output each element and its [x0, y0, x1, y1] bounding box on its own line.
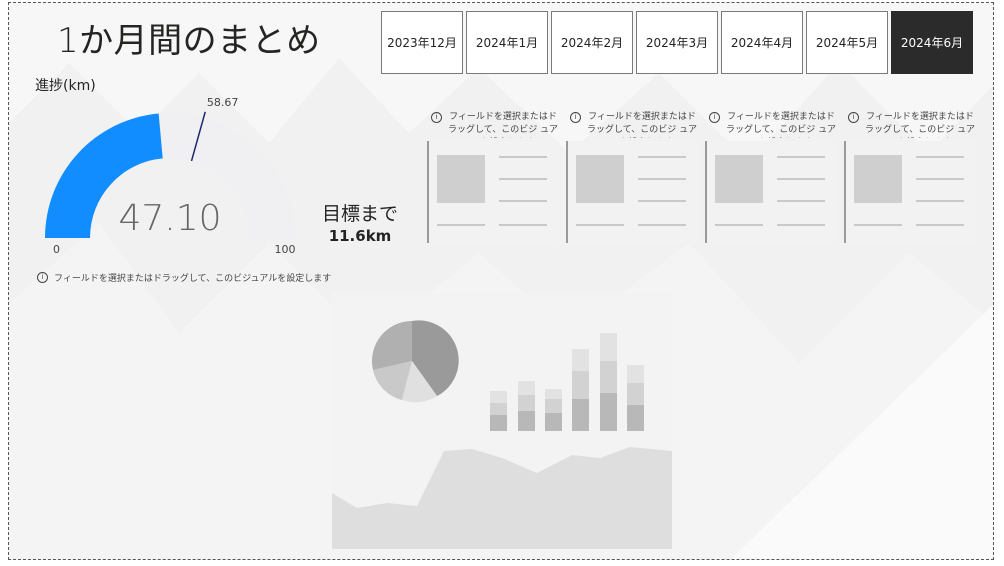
placeholder-text: フィールドを選択またはドラッグして、このビジ ュアルを設定します [448, 112, 558, 135]
info-icon: i [848, 112, 859, 123]
placeholder-text: フィールドを選択またはドラッグして、このビジ ュアルを設定します [726, 112, 836, 135]
placeholder-text: フィールドを選択またはドラッグして、このビジ ュアルを設定します [865, 112, 975, 135]
page-title: 1か月間のまとめ [57, 21, 321, 61]
visual-placeholder-image[interactable] [332, 293, 672, 549]
info-icon: i [709, 112, 720, 123]
info-icon: i [431, 112, 442, 123]
card-placeholder-image [566, 141, 698, 243]
slicer-button-2024-01[interactable]: 2024年1月 [466, 11, 548, 74]
progress-gauge[interactable]: 58.67 47.10 0 100 [35, 95, 305, 263]
card-placeholder-image [844, 141, 976, 243]
card-placeholder-image [705, 141, 837, 243]
remaining-value: 11.6km [328, 227, 392, 245]
card-placeholder-image [427, 141, 559, 243]
card-placeholder-4[interactable]: i フィールドを選択またはドラッグして、このビジ ュアルを設定します [844, 107, 980, 243]
placeholder-text: フィールドを選択またはドラッグして、このビジュアルを設定します [54, 274, 332, 284]
visual-placeholder-note: i フィールドを選択またはドラッグして、このビジュアルを設定します [37, 271, 331, 284]
gauge-title: 進捗(km) [35, 78, 96, 94]
gauge-target-label: 58.67 [207, 96, 239, 109]
report-canvas: 1か月間のまとめ 2023年12月 2024年1月 2024年2月 2024年3… [8, 2, 994, 560]
gauge-max-label: 100 [275, 243, 296, 256]
card-placeholder-3[interactable]: i フィールドを選択またはドラッグして、このビジ ュアルを設定します [705, 107, 841, 243]
placeholder-text: フィールドを選択またはドラッグして、このビジ ュアルを設定します [587, 112, 697, 135]
gauge-value-label: 47.10 [118, 198, 221, 239]
month-slicer: 2023年12月 2024年1月 2024年2月 2024年3月 2024年4月… [381, 11, 973, 74]
info-icon: i [37, 272, 48, 283]
slicer-button-2023-12[interactable]: 2023年12月 [381, 11, 463, 74]
gauge-min-label: 0 [53, 243, 60, 256]
slicer-button-2024-04[interactable]: 2024年4月 [721, 11, 803, 74]
info-icon: i [570, 112, 581, 123]
slicer-button-2024-06[interactable]: 2024年6月 [891, 11, 973, 74]
card-placeholder-2[interactable]: i フィールドを選択またはドラッグして、このビジ ュアルを設定します [566, 107, 702, 243]
remaining-card: 目標まで 11.6km [315, 199, 405, 245]
card-placeholder-1[interactable]: i フィールドを選択またはドラッグして、このビジ ュアルを設定します [427, 107, 563, 243]
slicer-button-2024-02[interactable]: 2024年2月 [551, 11, 633, 74]
remaining-label: 目標まで [321, 203, 398, 225]
slicer-button-2024-03[interactable]: 2024年3月 [636, 11, 718, 74]
slicer-button-2024-05[interactable]: 2024年5月 [806, 11, 888, 74]
